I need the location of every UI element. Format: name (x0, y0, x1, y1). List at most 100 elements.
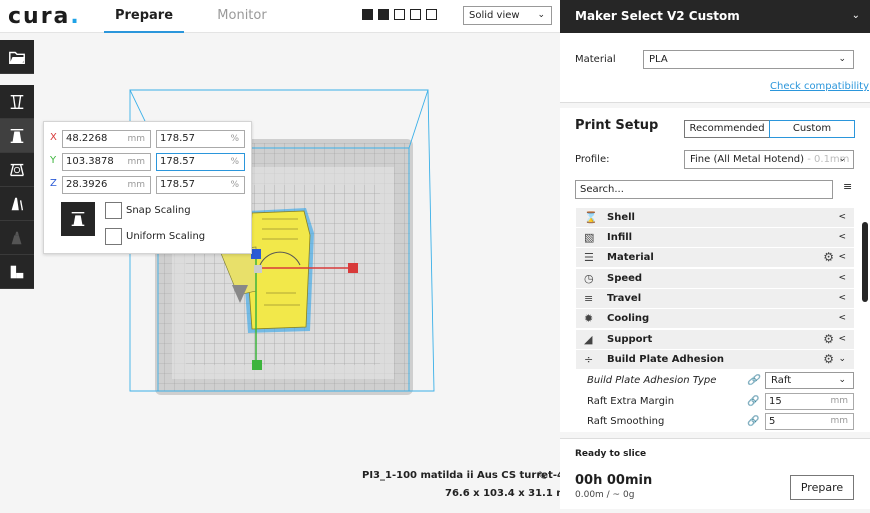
mirror-tool-button[interactable] (0, 187, 34, 221)
view-mode-select[interactable]: Solid view ⌄ (463, 6, 552, 25)
adhesion-type-select[interactable]: Raft ⌄ (765, 372, 854, 389)
scale-reset-icon (71, 212, 85, 226)
chevron-down-icon: ⌄ (838, 354, 846, 364)
rotate-tool-button[interactable] (0, 153, 34, 187)
support-blocker-button[interactable] (0, 255, 34, 289)
chevron-left-icon: < (838, 313, 846, 323)
z-axis-label: Z (50, 178, 57, 189)
infill-icon: ▧ (584, 231, 595, 244)
scale-z-row: Z 28.3926 mm 178.57% (50, 176, 250, 194)
settings-scrollbar[interactable] (862, 222, 868, 302)
chevron-left-icon: < (838, 212, 846, 222)
top-view-icon[interactable] (394, 9, 405, 20)
material-section: Material PLA ⌄ Check compatibility (560, 33, 870, 103)
scale-z-percent-input[interactable]: 178.57% (156, 176, 245, 194)
move-tool-icon (10, 94, 24, 109)
uniform-scaling-checkbox[interactable] (105, 228, 122, 245)
chevron-left-icon: < (838, 273, 846, 283)
chevron-down-icon: ⌄ (838, 54, 846, 64)
y-axis-label: Y (50, 155, 57, 166)
setting-label: Build Plate Adhesion Type (587, 375, 717, 386)
scale-y-row: Y 103.3878 mm 178.57% (50, 153, 250, 171)
category-build-plate-adhesion[interactable]: ÷ Build Plate Adhesion ⚙ ⌄ (576, 350, 854, 369)
snap-scaling-checkbox[interactable] (105, 202, 122, 219)
object-name: PI3_1-100 matilda ii Aus CS turret-4 (362, 470, 564, 481)
3d-view-icon[interactable] (362, 9, 373, 20)
open-file-button[interactable] (0, 40, 34, 74)
category-infill[interactable]: ▧ Infill < (576, 228, 854, 247)
x-axis-label: X (50, 132, 57, 143)
per-model-settings-icon (11, 231, 22, 244)
top-bar: cura. Prepare Monitor Solid view ⌄ (0, 0, 560, 33)
category-shell[interactable]: ⌛ Shell < (576, 208, 854, 227)
setting-label: Raft Extra Margin (587, 396, 675, 407)
chevron-down-icon: ⌄ (851, 10, 860, 21)
recommended-mode-button[interactable]: Recommended (684, 120, 770, 138)
tab-prepare[interactable]: Prepare (104, 0, 184, 33)
per-model-settings-button[interactable] (0, 221, 34, 255)
z-scale-handle[interactable] (251, 249, 261, 259)
cura-logo: cura. (8, 4, 81, 29)
edit-name-icon[interactable]: ✎ (537, 469, 547, 483)
settings-search-input[interactable]: Search... (575, 180, 833, 199)
printer-selector[interactable]: Maker Select V2 Custom ⌄ (560, 0, 870, 33)
material-select[interactable]: PLA ⌄ (643, 50, 854, 69)
3d-viewport[interactable] (34, 33, 560, 509)
x-scale-handle[interactable] (348, 263, 358, 273)
gear-icon[interactable]: ⚙ (823, 330, 834, 349)
rotate-tool-icon (10, 163, 24, 176)
scale-tool-icon (10, 128, 24, 143)
custom-mode-button[interactable]: Custom (769, 120, 855, 138)
left-toolbar (0, 40, 34, 289)
tab-monitor[interactable]: Monitor (205, 0, 279, 33)
category-cooling[interactable]: ✹ Cooling < (576, 309, 854, 328)
gear-icon[interactable]: ⚙ (823, 248, 834, 267)
chevron-left-icon: < (838, 334, 846, 344)
prepare-button[interactable]: Prepare (790, 475, 854, 500)
raft-smoothing-input[interactable]: 5 mm (765, 413, 854, 430)
adhesion-icon: ÷ (584, 353, 594, 366)
scale-y-mm-input[interactable]: 103.3878 mm (62, 153, 151, 171)
cooling-icon: ✹ (584, 312, 594, 325)
front-view-icon[interactable] (378, 9, 389, 20)
y-scale-handle[interactable] (252, 360, 262, 370)
scale-x-mm-input[interactable]: 48.2268 mm (62, 130, 151, 148)
profile-select[interactable]: Fine (All Metal Hotend) - 0.1mm ⌄ (684, 150, 854, 169)
scale-tool-button[interactable] (0, 119, 34, 153)
settings-visibility-menu-icon[interactable]: ≡ (843, 180, 852, 193)
category-speed[interactable]: ◷ Speed < (576, 269, 854, 288)
category-travel[interactable]: ≡ Travel < (576, 289, 854, 308)
chevron-left-icon: < (838, 293, 846, 303)
move-tool-button[interactable] (0, 85, 34, 119)
material-icon: ☰ (584, 251, 594, 264)
build-volume-scene[interactable] (34, 33, 560, 509)
scale-x-percent-input[interactable]: 178.57% (156, 130, 245, 148)
scale-x-row: X 48.2268 mm 178.57% (50, 130, 250, 148)
material-amount: 0.00m / ~ 0g (575, 490, 635, 500)
lay-flat-button[interactable] (61, 202, 95, 236)
category-support[interactable]: ◢ Support ⚙ < (576, 330, 854, 349)
raft-extra-margin-input[interactable]: 15 mm (765, 393, 854, 410)
camera-view-buttons (362, 9, 437, 20)
left-view-icon[interactable] (410, 9, 421, 20)
right-view-icon[interactable] (426, 9, 437, 20)
chevron-down-icon: ⌄ (838, 154, 846, 164)
uniform-scaling-label: Uniform Scaling (126, 231, 206, 242)
scale-z-mm-input[interactable]: 28.3926 mm (62, 176, 151, 194)
check-compatibility-link[interactable]: Check compatibility (770, 81, 869, 92)
gear-icon[interactable]: ⚙ (823, 350, 834, 369)
chevron-down-icon: ⌄ (838, 375, 846, 385)
speed-icon: ◷ (584, 272, 594, 285)
print-setup-title: Print Setup (575, 118, 659, 133)
link-icon[interactable]: 🔗 (747, 371, 759, 390)
setting-label: Raft Smoothing (587, 416, 665, 427)
shell-icon: ⌛ (584, 211, 598, 224)
link-icon[interactable]: 🔗 (747, 412, 759, 431)
category-material[interactable]: ☰ Material ⚙ < (576, 248, 854, 267)
link-icon[interactable]: 🔗 (747, 392, 759, 411)
print-setup-panel: Print Setup Recommended Custom Profile: … (560, 108, 870, 432)
uniform-scale-handle[interactable] (254, 265, 262, 273)
setting-adhesion-type: Build Plate Adhesion Type 🔗 Raft ⌄ (587, 371, 855, 390)
chevron-left-icon: < (838, 232, 846, 242)
scale-y-percent-input[interactable]: 178.57% (156, 153, 245, 171)
